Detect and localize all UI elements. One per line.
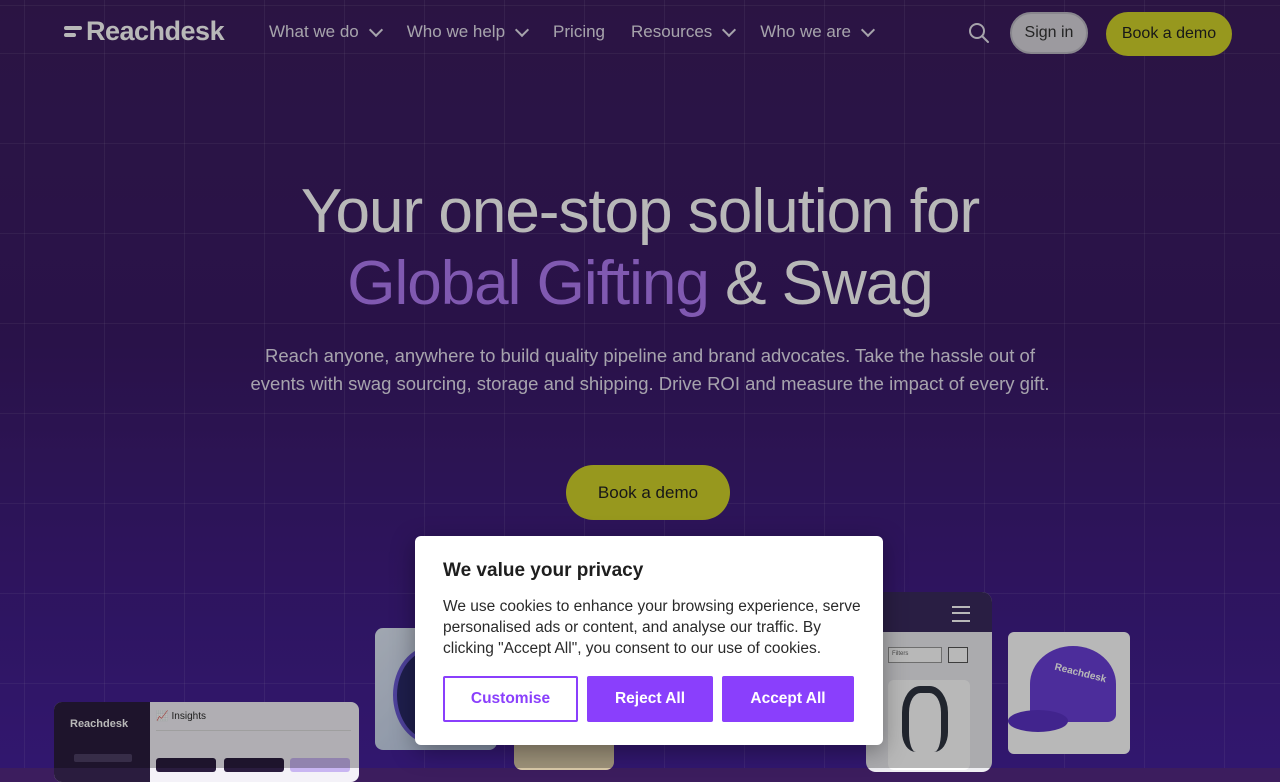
search-icon[interactable] (968, 22, 990, 44)
menu-item-resources[interactable]: Resources (631, 22, 737, 42)
accept-all-button[interactable]: Accept All (722, 676, 854, 722)
hero-title-accent: Global Gifting (347, 249, 710, 318)
book-demo-hero-button[interactable]: Book a demo (566, 465, 730, 520)
insights-dashboard-preview: Reachdesk 📈 Insights (54, 702, 359, 782)
top-navigation: Reachdesk What we do Who we help Pricing… (0, 0, 1280, 68)
sign-in-button[interactable]: Sign in (1010, 12, 1088, 54)
hero-title-line1: Your one-stop solution for (300, 177, 980, 246)
reachdesk-logo[interactable]: Reachdesk (64, 16, 225, 47)
mobile-catalog-preview: Filters (866, 592, 992, 772)
main-menu: What we do Who we help Pricing Resources… (269, 22, 899, 42)
dashboard-stat-pill (156, 758, 216, 772)
reject-all-button[interactable]: Reject All (587, 676, 713, 722)
menu-item-who-we-help[interactable]: Who we help (406, 22, 530, 42)
chevron-down-icon (860, 22, 876, 37)
dashboard-tabs-divider (156, 730, 351, 731)
dashboard-stat-pill (290, 758, 350, 772)
logo-mark-icon (64, 22, 84, 42)
chevron-down-icon (368, 22, 383, 37)
customise-button[interactable]: Customise (443, 676, 578, 722)
menu-item-what-we-do[interactable]: What we do (269, 22, 383, 42)
catalog-header (866, 592, 992, 632)
dashboard-logo: Reachdesk (70, 718, 129, 730)
send-icon (948, 647, 968, 663)
branded-cap-image: Reachdesk (1008, 632, 1130, 754)
chevron-down-icon (514, 22, 530, 37)
book-demo-nav-button[interactable]: Book a demo (1106, 12, 1232, 56)
cookie-description: We use cookies to enhance your browsing … (443, 598, 861, 657)
menu-item-pricing[interactable]: Pricing (553, 22, 605, 42)
chart-icon: 📈 (156, 711, 169, 722)
menu-item-label: What we do (269, 22, 359, 41)
hero-title-line2: Global Gifting & Swag (0, 248, 1280, 319)
menu-item-label: Resources (631, 22, 713, 41)
cap-brim (1008, 710, 1068, 732)
menu-item-label: Who we are (760, 22, 851, 41)
dashboard-title: 📈 Insights (156, 710, 206, 722)
headphones-icon (902, 686, 948, 752)
headphones-product-card (888, 680, 970, 770)
chevron-down-icon (722, 22, 737, 37)
menu-item-who-we-are[interactable]: Who we are (760, 22, 876, 42)
dashboard-sidebar: Reachdesk (54, 702, 150, 782)
filter-field: Filters (888, 647, 942, 663)
menu-item-label: Who we help (406, 22, 506, 41)
sidebar-bar (74, 754, 132, 762)
hamburger-menu-icon (952, 606, 970, 622)
dashboard-stat-pill (224, 758, 284, 772)
logo-text: Reachdesk (86, 16, 225, 46)
cookie-consent-dialog: We value your privacy We use cookies to … (415, 536, 883, 745)
dashboard-title-text: Insights (171, 711, 206, 722)
menu-item-label: Pricing (553, 22, 606, 41)
hero-subtitle: Reach anyone, anywhere to build quality … (250, 345, 1050, 394)
cookie-title: We value your privacy (443, 560, 644, 581)
hero-title-rest: & Swag (708, 249, 934, 318)
